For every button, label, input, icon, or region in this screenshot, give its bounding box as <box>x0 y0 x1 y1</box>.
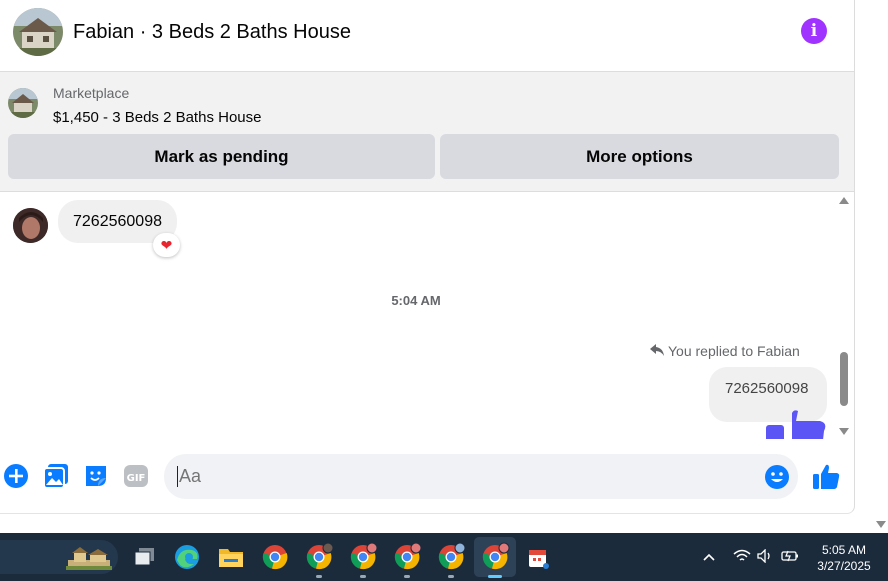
reply-arrow-icon <box>650 343 664 359</box>
thumbs-up-icon[interactable] <box>812 462 840 490</box>
message-scrollbar[interactable] <box>838 197 852 439</box>
edge-browser-icon[interactable] <box>172 542 202 572</box>
show-hidden-icons-chevron-icon[interactable] <box>703 550 715 565</box>
task-view-icon[interactable] <box>130 542 160 572</box>
heart-reaction-icon[interactable]: ❤ <box>153 233 180 257</box>
chrome-profile-5-icon[interactable] <box>480 542 510 572</box>
gif-icon[interactable]: GIF <box>123 463 149 489</box>
photo-icon[interactable] <box>43 463 69 489</box>
listing-title[interactable]: $1,450 - 3 Beds 2 Baths House <box>53 109 261 126</box>
conversation-title[interactable]: Fabian · 3 Beds 2 Baths House <box>73 21 351 44</box>
chrome-profile-2-icon[interactable] <box>348 542 378 572</box>
scroll-thumb[interactable] <box>840 352 848 406</box>
message-list[interactable]: 7262560098 ❤ 5:04 AM You replied to Fabi… <box>0 193 854 439</box>
message-input[interactable] <box>179 454 739 499</box>
more-options-button[interactable]: More options <box>440 134 839 179</box>
emoji-icon[interactable] <box>764 464 790 490</box>
sticker-icon[interactable] <box>83 463 109 489</box>
running-indicator <box>316 575 322 578</box>
reply-indicator: You replied to Fabian <box>650 343 800 359</box>
file-explorer-icon[interactable] <box>216 542 246 572</box>
volume-icon[interactable] <box>757 548 773 566</box>
page-scroll-down-arrow-icon[interactable] <box>876 521 886 528</box>
clock-time: 5:05 AM <box>821 543 867 557</box>
message-input-box[interactable] <box>164 454 798 499</box>
windows-taskbar: 5:05 AM 3/27/2025 <box>0 533 888 581</box>
snipping-tool-icon[interactable] <box>524 542 554 572</box>
chrome-profile-1-icon[interactable] <box>304 542 334 572</box>
running-indicator <box>404 575 410 578</box>
message-composer: GIF <box>0 445 854 510</box>
mark-as-pending-button[interactable]: Mark as pending <box>8 134 435 179</box>
listing-avatar[interactable] <box>13 8 63 56</box>
chrome-profile-3-icon[interactable] <box>392 542 422 572</box>
text-caret <box>177 466 178 487</box>
info-icon[interactable]: i <box>801 18 827 44</box>
sent-thumbs-up-icon <box>766 409 826 439</box>
screen: Fabian · 3 Beds 2 Baths House i Marketpl… <box>0 0 888 581</box>
scroll-down-arrow-icon[interactable] <box>839 428 849 435</box>
active-indicator <box>488 575 502 578</box>
chrome-icon[interactable] <box>260 542 290 572</box>
sender-avatar[interactable] <box>13 208 48 243</box>
wifi-icon[interactable] <box>733 549 751 566</box>
running-indicator <box>360 575 366 578</box>
message-timestamp: 5:04 AM <box>391 293 441 308</box>
marketplace-banner: Marketplace $1,450 - 3 Beds 2 Baths Hous… <box>0 72 854 192</box>
chrome-profile-4-icon[interactable] <box>436 542 466 572</box>
running-indicator <box>448 575 454 578</box>
battery-icon[interactable] <box>781 550 799 565</box>
weather-widget[interactable] <box>0 540 118 574</box>
clock-date: 3/27/2025 <box>817 559 871 573</box>
chat-panel: Fabian · 3 Beds 2 Baths House i Marketpl… <box>0 0 855 514</box>
reply-indicator-label: You replied to Fabian <box>668 343 800 359</box>
gif-icon-label: GIF <box>127 473 146 484</box>
listing-thumbnail[interactable] <box>8 88 38 118</box>
system-clock[interactable]: 5:05 AM 3/27/2025 <box>805 542 883 574</box>
scroll-up-arrow-icon[interactable] <box>839 197 849 204</box>
chat-header: Fabian · 3 Beds 2 Baths House i <box>0 0 854 72</box>
marketplace-label: Marketplace <box>53 85 130 101</box>
plus-circle-icon[interactable] <box>3 463 29 489</box>
